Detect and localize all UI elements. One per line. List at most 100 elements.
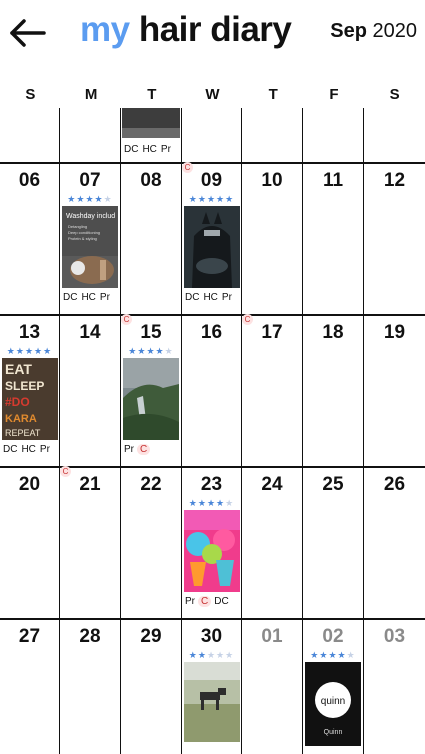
day-number: 16 — [200, 322, 223, 343]
day-cell[interactable]: 28 — [60, 620, 121, 754]
day-cell[interactable]: 03 — [364, 620, 425, 754]
star-icon: ★ — [43, 346, 53, 356]
day-cell[interactable]: 02 ★★★★★ quinn Quinn — [303, 620, 364, 754]
entry-thumbnail[interactable]: quinn Quinn — [305, 662, 361, 746]
entry-thumbnail[interactable]: Washday includ Detangling Deep conditionin… — [62, 206, 118, 288]
entry-thumbnail[interactable] — [184, 662, 240, 744]
star-icon: ★ — [67, 194, 77, 204]
day-number: 18 — [322, 322, 344, 343]
day-cell[interactable]: 26 — [364, 468, 425, 618]
day-cell[interactable] — [303, 108, 364, 162]
day-number: 25 — [322, 474, 344, 495]
day-cell[interactable]: 01 — [242, 620, 303, 754]
day-cell[interactable]: 16 — [182, 316, 242, 466]
day-cell[interactable]: 13 ★★★★★ EAT SLEEP #DO KARA REPEAT DC HC Pr C — [0, 316, 71, 477]
entry-tags: DC HC Pr — [182, 292, 241, 303]
rating-stars: ★★★★★ — [0, 346, 59, 356]
star-icon: ★ — [216, 498, 226, 508]
day-cell[interactable]: 30 ★★★★★ — [182, 620, 242, 754]
day-number: 21 — [79, 474, 101, 495]
day-cell[interactable]: 27 — [0, 620, 60, 754]
day-number: 24 — [261, 474, 283, 495]
day-cell[interactable]: 06 — [0, 164, 60, 314]
day-cell[interactable]: 25 — [303, 468, 364, 618]
star-icon: ★ — [206, 194, 217, 204]
day-cell[interactable] — [364, 108, 425, 162]
day-number: 23 — [200, 474, 223, 495]
tag-hc: HC — [81, 292, 96, 303]
back-arrow-icon[interactable] — [8, 14, 48, 52]
svg-text:EAT: EAT — [5, 361, 32, 377]
day-cell[interactable]: 22 — [121, 468, 182, 618]
entry-thumbnail[interactable] — [184, 206, 240, 288]
star-icon: ★ — [206, 498, 217, 508]
entry-tags: DC HC Pr — [121, 144, 181, 155]
tag-pr: Pr — [99, 292, 110, 303]
calendar-week: 13 ★★★★★ EAT SLEEP #DO KARA REPEAT DC HC Pr C 14 15 ★… — [0, 316, 425, 477]
day-cell[interactable]: 14 — [60, 316, 121, 466]
entry-tags: Pr C — [121, 444, 181, 455]
star-icon: ★ — [164, 346, 174, 356]
weekday-label: S — [25, 86, 36, 103]
tag-pr: Pr — [160, 144, 171, 155]
tag-pr: Pr — [124, 444, 134, 455]
day-cell[interactable] — [60, 108, 121, 162]
day-cell[interactable]: 24 — [242, 468, 303, 618]
day-cell[interactable]: DC HC Pr C — [121, 108, 193, 173]
weekday-label: S — [389, 86, 400, 103]
tag-pr: Pr — [221, 292, 232, 303]
tag-hc: HC — [142, 144, 157, 155]
star-icon: ★ — [103, 194, 113, 204]
star-icon: ★ — [225, 498, 235, 508]
month-label: Sep — [330, 20, 367, 42]
day-cell[interactable] — [182, 108, 242, 162]
entry-thumbnail[interactable] — [122, 108, 180, 138]
day-cell[interactable]: 08 — [121, 164, 182, 314]
app-title: my hair diary — [80, 10, 292, 50]
day-cell[interactable]: 10 — [242, 164, 303, 314]
month-selector[interactable]: Sep 2020 — [330, 20, 417, 43]
weekday-label: W — [205, 86, 220, 103]
day-cell[interactable]: 29 — [121, 620, 182, 754]
svg-text:Washday includ: Washday includ — [66, 213, 115, 220]
svg-text:quinn: quinn — [321, 696, 345, 707]
rating-stars: ★★★★★ — [303, 650, 363, 660]
star-icon: ★ — [85, 194, 95, 204]
entry-thumbnail[interactable] — [123, 358, 179, 440]
day-cell[interactable]: 09 ★★★★★ DC HC Pr C — [182, 164, 253, 325]
entry-thumbnail[interactable]: EAT SLEEP #DO KARA REPEAT — [2, 358, 58, 440]
day-cell[interactable] — [0, 108, 60, 162]
star-icon: ★ — [216, 650, 226, 660]
app-header: my hair diary Sep 2020 — [0, 0, 425, 70]
day-cell[interactable]: 17 — [242, 316, 303, 466]
day-cell[interactable]: 15 ★★★★★ Pr C — [121, 316, 182, 466]
day-cell[interactable]: 21 — [60, 468, 121, 618]
day-cell[interactable]: 11 — [303, 164, 364, 314]
day-number: 15 — [140, 322, 162, 343]
day-number: 12 — [383, 170, 406, 191]
entry-tags: Pr C DC — [182, 596, 241, 607]
day-number: 19 — [383, 322, 406, 343]
rating-stars: ★★★★★ — [121, 346, 181, 356]
day-number: 29 — [140, 626, 162, 647]
star-icon: ★ — [15, 346, 25, 356]
day-cell[interactable]: 18 — [303, 316, 364, 466]
star-icon: ★ — [337, 650, 347, 660]
day-cell[interactable]: 23 ★★★★★ Pr C DC — [182, 468, 242, 618]
day-cell[interactable]: 07 ★★★★★ Washday includ Detangling Deep cond… — [60, 164, 132, 325]
star-icon: ★ — [188, 498, 198, 508]
star-icon: ★ — [310, 650, 320, 660]
entry-thumbnail[interactable] — [184, 510, 240, 592]
app-title-rest: hair diary — [138, 10, 292, 49]
star-icon: ★ — [128, 346, 138, 356]
calendar-week: DC HC Pr C — [0, 108, 425, 173]
day-cell[interactable]: 20 — [0, 468, 60, 618]
day-number: 27 — [18, 626, 41, 647]
day-cell[interactable]: 12 — [364, 164, 425, 314]
year-label: 2020 — [372, 20, 418, 42]
day-cell[interactable]: 19 — [364, 316, 425, 466]
day-cell[interactable] — [242, 108, 303, 162]
weekday-label: F — [329, 86, 339, 103]
star-icon: ★ — [6, 346, 16, 356]
star-icon: ★ — [225, 650, 235, 660]
